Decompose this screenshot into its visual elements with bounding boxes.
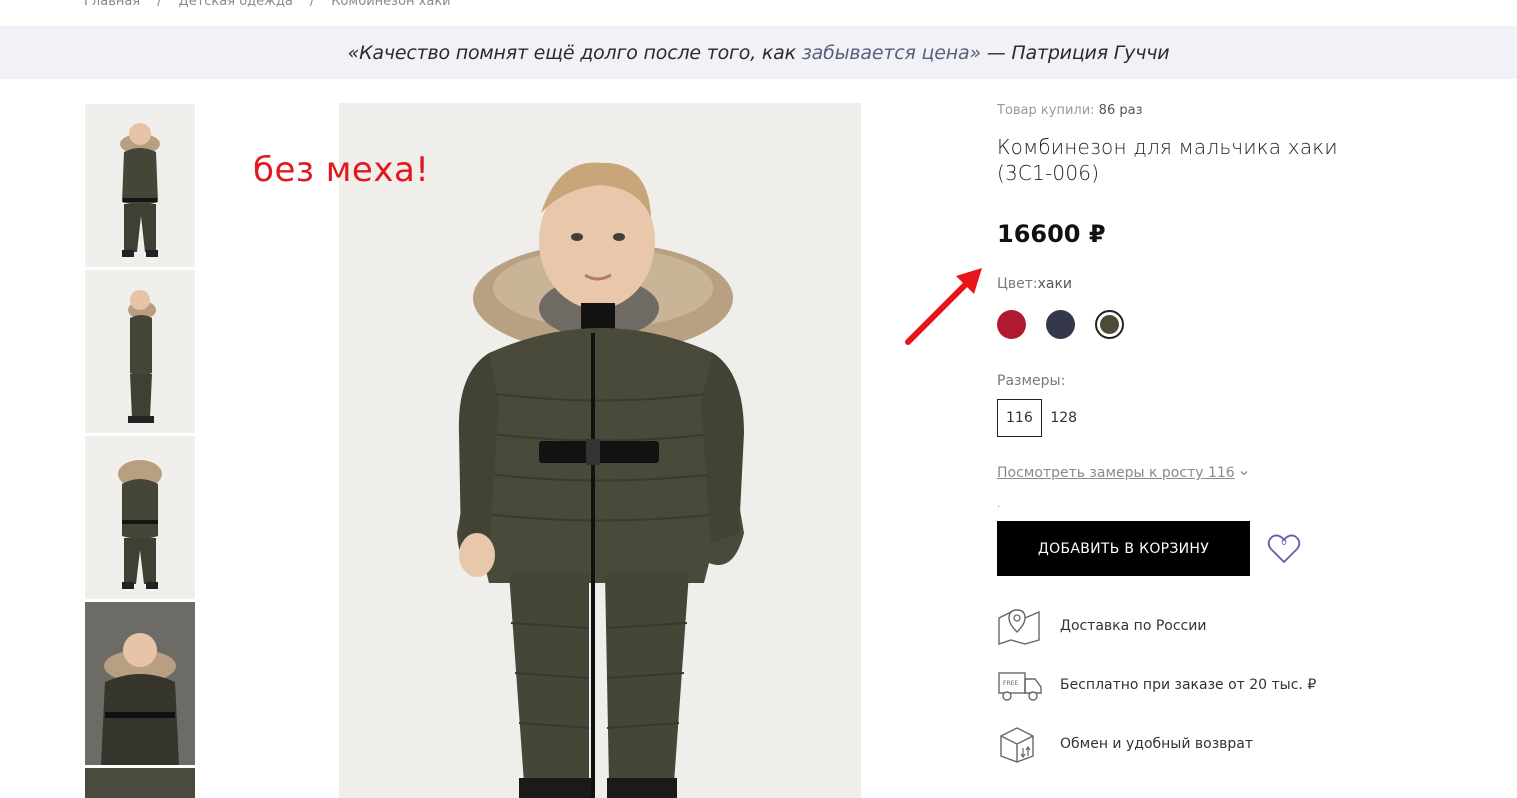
red-arrow-icon — [905, 268, 982, 345]
purchase-count-value: 86 раз — [1098, 103, 1143, 118]
feature-delivery: Доставка по России — [997, 596, 1417, 655]
breadcrumb: Главная / Детская одежда / Комбинезон ха… — [84, 0, 451, 12]
add-to-cart-button[interactable]: ДОБАВИТЬ В КОРЗИНУ — [997, 521, 1250, 576]
annotation-text: без меха! — [253, 150, 430, 190]
quote-banner: «Качество помнят ещё долго после того, к… — [0, 26, 1517, 79]
feature-free-shipping-text: Бесплатно при заказе от 20 тыс. ₽ — [1060, 676, 1317, 693]
color-label-text: Цвет: — [997, 276, 1038, 292]
main-product-image — [339, 103, 861, 798]
size-selector: 116 128 — [997, 399, 1417, 437]
product-title: Комбинезон для мальчика хаки (3С1-006) — [997, 134, 1417, 186]
truck-icon: FREE — [998, 671, 1042, 701]
breadcrumb-current: Комбинезон хаки — [331, 0, 451, 9]
product-title-line2: (3С1-006) — [997, 161, 1100, 185]
purchase-count: Товар купили: 86 раз — [997, 100, 1417, 122]
product-title-line1: Комбинезон для мальчика хаки — [997, 135, 1338, 159]
feature-delivery-text: Доставка по России — [1060, 617, 1207, 634]
thumbnail-extra[interactable] — [85, 768, 195, 798]
cart-row: ДОБАВИТЬ В КОРЗИНУ 0 — [997, 521, 1417, 576]
quote-accent: забывается цена» — [801, 41, 981, 64]
features-list: Доставка по России FREE Бесплатно при за… — [997, 596, 1417, 773]
thumbnail-back[interactable] — [85, 436, 195, 599]
breadcrumb-category[interactable]: Детская одежда — [179, 0, 293, 12]
breadcrumb-home[interactable]: Главная — [84, 0, 140, 12]
color-swatch-khaki[interactable] — [1095, 310, 1124, 339]
product-price: 16600 ₽ — [997, 220, 1106, 248]
color-swatches — [997, 310, 1417, 339]
quote-start: «Качество помнят ещё долго после того, к… — [347, 41, 802, 64]
quote-author: — Патриция Гуччи — [980, 41, 1170, 64]
separator-dot: . — [997, 499, 1001, 510]
thumbnail-front[interactable] — [85, 104, 195, 267]
feature-returns: Обмен и удобный возврат — [997, 714, 1417, 773]
feature-returns-text: Обмен и удобный возврат — [1060, 735, 1254, 752]
box-icon — [1000, 726, 1034, 763]
thumbnail-gallery — [85, 104, 195, 798]
sizes-label: Размеры: — [997, 373, 1066, 389]
size-option-128[interactable]: 128 — [1042, 399, 1086, 437]
product-photo — [457, 162, 744, 798]
map-pin-icon — [998, 608, 1040, 645]
purchase-count-label: Товар купили: — [997, 103, 1099, 118]
quote-text: «Качество помнят ещё долго после того, к… — [348, 42, 1170, 64]
favorite-button[interactable]: 0 — [1266, 531, 1302, 567]
color-swatch-red[interactable] — [997, 310, 1026, 339]
favorite-count: 0 — [1281, 537, 1287, 548]
breadcrumb-separator: / — [309, 0, 315, 9]
heart-icon — [1267, 534, 1301, 563]
measurements-link-text: Посмотреть замеры к росту 116 — [997, 465, 1235, 481]
breadcrumb-separator: / — [157, 0, 162, 9]
product-info: Товар купили: 86 раз Комбинезон для маль… — [997, 100, 1417, 773]
feature-free-shipping: FREE Бесплатно при заказе от 20 тыс. ₽ — [997, 655, 1417, 714]
thumbnail-portrait[interactable] — [85, 602, 195, 765]
measurements-link[interactable]: Посмотреть замеры к росту 116 — [997, 465, 1249, 481]
color-swatch-navy[interactable] — [1046, 310, 1075, 339]
thumbnail-side[interactable] — [85, 270, 195, 433]
svg-text:FREE: FREE — [1003, 680, 1018, 687]
size-option-116[interactable]: 116 — [997, 399, 1042, 437]
chevron-down-icon — [1240, 471, 1248, 476]
color-label: Цвет:хаки — [997, 276, 1417, 292]
color-value: хаки — [1037, 276, 1073, 292]
